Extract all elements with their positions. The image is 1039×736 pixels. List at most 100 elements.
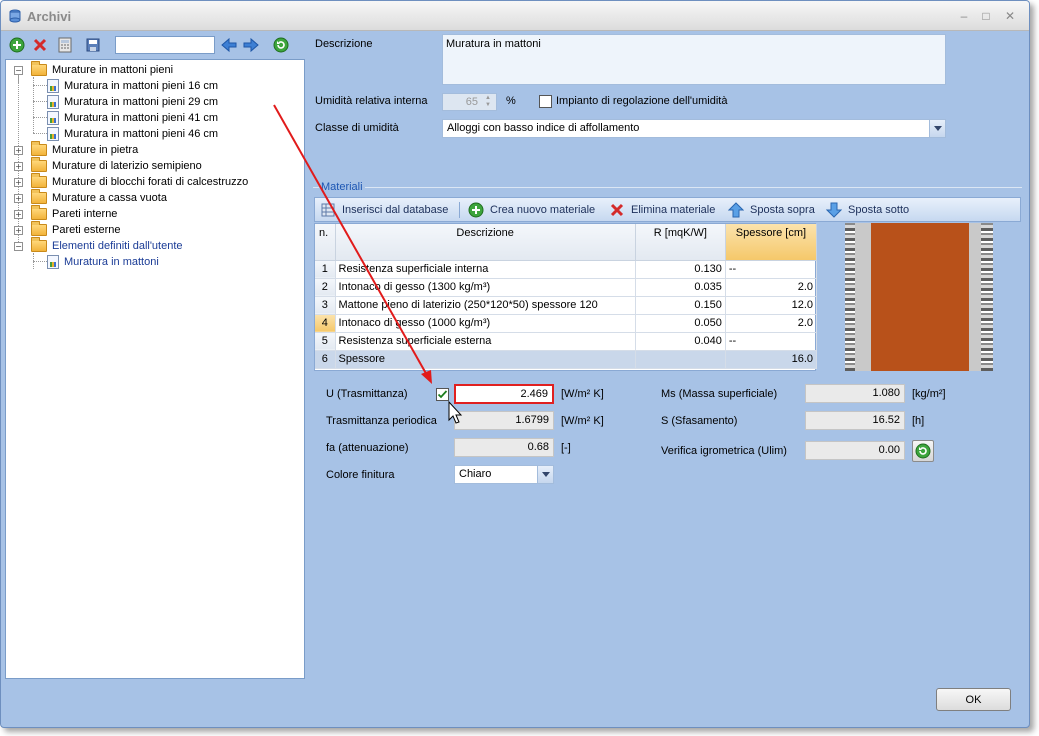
tree-leaf-29cm[interactable]: Muratura in mattoni pieni 29 cm — [47, 94, 218, 110]
maximize-button[interactable]: □ — [978, 8, 994, 24]
tree-node-blocchi-forati[interactable]: + Murature di blocchi forati di calcestr… — [14, 173, 248, 190]
tree-node-laterizio-semipieno[interactable]: + Murature di laterizio semipieno — [14, 157, 202, 174]
row-spessore[interactable]: 2.0 — [725, 278, 818, 297]
descrizione-field[interactable]: Muratura in mattoni — [442, 34, 946, 85]
row-r[interactable]: 0.035 — [635, 278, 726, 297]
inserisci-button[interactable]: Inserisci dal database — [320, 201, 448, 219]
close-button[interactable]: ✕ — [1002, 8, 1018, 24]
arrow-right-icon[interactable] — [241, 35, 261, 55]
row-descrizione[interactable]: Resistenza superficiale interna — [335, 260, 636, 279]
wall-item-icon — [47, 255, 59, 269]
materiali-table[interactable]: n. Descrizione R [mqK/W] Spessore [cm] 1… — [314, 223, 818, 371]
chevron-down-icon[interactable] — [929, 120, 945, 137]
chevron-down-icon[interactable] — [537, 466, 553, 483]
column-header-r[interactable]: R [mqK/W] — [635, 224, 726, 261]
column-header-descrizione[interactable]: Descrizione — [335, 224, 636, 261]
verifica-button[interactable] — [912, 440, 934, 462]
delete-icon[interactable] — [30, 35, 50, 55]
impianto-checkbox[interactable] — [539, 95, 552, 108]
arrow-left-icon[interactable] — [219, 35, 239, 55]
tree-node-murature-mattoni-pieni[interactable]: − Murature in mattoni pieni — [14, 61, 173, 78]
tree-leaf-muratura-mattoni[interactable]: Muratura in mattoni — [47, 254, 159, 270]
ok-button[interactable]: OK — [936, 688, 1011, 711]
verifica-label: Verifica igrometrica (Ulim) — [661, 445, 787, 457]
table-row[interactable]: 3 Mattone pieno di laterizio (250*120*50… — [315, 296, 818, 315]
row-r[interactable]: 0.040 — [635, 332, 726, 351]
expand-icon[interactable]: + — [14, 209, 23, 219]
tree-node-label: Pareti esterne — [52, 224, 121, 236]
ms-label: Ms (Massa superficiale) — [661, 388, 778, 400]
row-r[interactable]: 0.150 — [635, 296, 726, 315]
tree-leaf-46cm[interactable]: Muratura in mattoni pieni 46 cm — [47, 126, 218, 142]
tree-node-elementi-utente[interactable]: − Elementi definiti dall'utente — [14, 237, 183, 254]
tree-node-pareti-esterne[interactable]: + Pareti esterne — [14, 221, 121, 238]
tree-leaf-label: Muratura in mattoni pieni 29 cm — [64, 96, 219, 108]
crea-button[interactable]: Crea nuovo materiale — [468, 201, 595, 219]
u-value-field[interactable]: 2.469 — [454, 384, 554, 404]
column-header-n[interactable]: n. — [315, 224, 336, 261]
table-header-row: n. Descrizione R [mqK/W] Spessore [cm] — [315, 224, 818, 261]
fa-unit: [-] — [561, 442, 571, 454]
row-descrizione[interactable]: Resistenza superficiale esterna — [335, 332, 636, 351]
table-row[interactable]: 2 Intonaco di gesso (1300 kg/m³) 0.035 2… — [315, 278, 818, 297]
tree-leaf-16cm[interactable]: Muratura in mattoni pieni 16 cm — [47, 78, 218, 94]
classe-select[interactable]: Alloggi con basso indice di affollamento — [442, 119, 946, 138]
row-descrizione[interactable]: Intonaco di gesso (1300 kg/m³) — [335, 278, 636, 297]
expand-icon[interactable]: + — [14, 161, 23, 171]
row-descrizione: Spessore — [335, 350, 636, 369]
database-icon — [8, 9, 22, 23]
expand-icon[interactable]: + — [14, 225, 23, 235]
row-r[interactable]: 0.050 — [635, 314, 726, 333]
tree-leaf-41cm[interactable]: Muratura in mattoni pieni 41 cm — [47, 110, 218, 126]
table-total-row: 6 Spessore 16.0 — [315, 350, 818, 369]
folder-icon — [31, 189, 47, 204]
expand-icon[interactable]: + — [14, 177, 23, 187]
u-checkbox[interactable] — [436, 388, 449, 401]
refresh-icon[interactable] — [271, 35, 291, 55]
tree-node-pareti-interne[interactable]: + Pareti interne — [14, 205, 117, 222]
column-header-spessore[interactable]: Spessore [cm] — [725, 224, 818, 261]
sposta-sopra-button[interactable]: Sposta sopra — [728, 201, 815, 219]
table-row[interactable]: 5 Resistenza superficiale esterna 0.040 … — [315, 332, 818, 351]
row-spessore[interactable]: 2.0 — [725, 314, 818, 333]
colore-select[interactable]: Chiaro — [454, 465, 554, 484]
tree-node-cassa-vuota[interactable]: + Murature a cassa vuota — [14, 189, 167, 206]
tp-label: Trasmittanza periodica — [326, 415, 437, 427]
colore-selected-value: Chiaro — [459, 468, 492, 480]
row-r[interactable]: 0.130 — [635, 260, 726, 279]
row-descrizione[interactable]: Mattone pieno di laterizio (250*120*50) … — [335, 296, 636, 315]
save-icon[interactable] — [83, 35, 103, 55]
sposta-sotto-button[interactable]: Sposta sotto — [826, 201, 909, 219]
u-label: U (Trasmittanza) — [326, 388, 408, 400]
archive-tree[interactable]: − Murature in mattoni pieni Muratura in … — [5, 59, 305, 679]
fa-value-field: 0.68 — [454, 438, 554, 457]
elimina-button[interactable]: Elimina materiale — [609, 201, 715, 219]
tree-node-label: Murature di laterizio semipieno — [52, 160, 202, 172]
calculator-icon[interactable] — [55, 35, 75, 55]
database-icon — [320, 202, 336, 218]
umidita-value: 65 — [465, 96, 478, 108]
row-number: 5 — [315, 332, 336, 351]
row-spessore: 16.0 — [725, 350, 818, 369]
table-row-selected[interactable]: 4 Intonaco di gesso (1000 kg/m³) 0.050 2… — [315, 314, 818, 333]
s-label: S (Sfasamento) — [661, 415, 738, 427]
expand-icon[interactable]: + — [14, 145, 23, 155]
row-spessore[interactable]: -- — [725, 260, 818, 279]
tree-node-murature-pietra[interactable]: + Murature in pietra — [14, 141, 138, 158]
tree-leaf-label: Muratura in mattoni pieni 16 cm — [64, 80, 219, 92]
collapse-icon[interactable]: − — [14, 241, 23, 251]
tree-leaf-label: Muratura in mattoni — [64, 256, 159, 268]
tree-search-input[interactable] — [115, 36, 215, 54]
fa-label: fa (attenuazione) — [326, 442, 409, 454]
expand-icon[interactable]: + — [14, 193, 23, 203]
add-icon[interactable] — [7, 35, 27, 55]
colore-label: Colore finitura — [326, 469, 395, 481]
table-row[interactable]: 1 Resistenza superficiale interna 0.130 … — [315, 260, 818, 279]
row-descrizione[interactable]: Intonaco di gesso (1000 kg/m³) — [335, 314, 636, 333]
impianto-label: Impianto di regolazione dell'umidità — [556, 95, 728, 107]
row-spessore[interactable]: 12.0 — [725, 296, 818, 315]
row-spessore[interactable]: -- — [725, 332, 818, 351]
collapse-icon[interactable]: − — [14, 65, 23, 75]
minimize-button[interactable]: – — [956, 8, 972, 24]
tp-unit: [W/m² K] — [561, 415, 604, 427]
